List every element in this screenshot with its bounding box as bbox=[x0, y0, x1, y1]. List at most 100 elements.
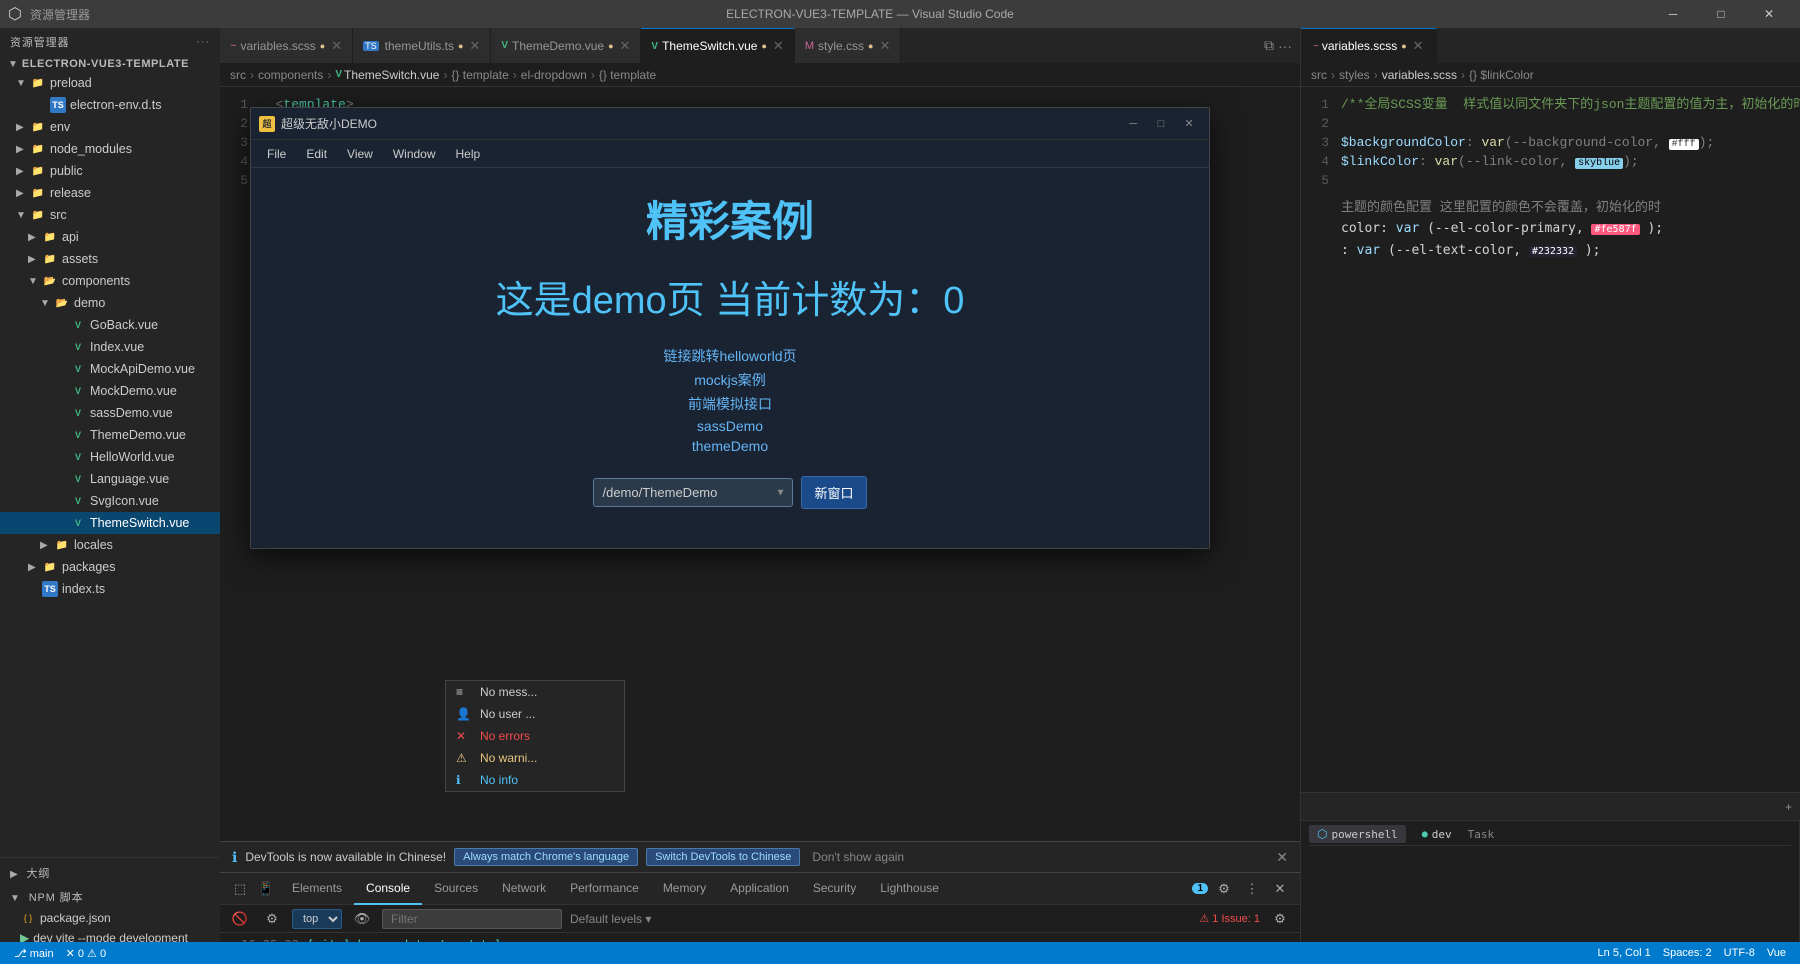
split-editor-icon[interactable]: ⧉ bbox=[1264, 37, 1274, 54]
tree-item-svgicon[interactable]: V SvgIcon.vue bbox=[0, 490, 220, 512]
app-link-mock-api[interactable]: 前端模拟接口 bbox=[688, 394, 772, 414]
tree-item-sassdemo[interactable]: V sassDemo.vue bbox=[0, 402, 220, 424]
tree-item-electron-env[interactable]: TS electron-env.d.ts bbox=[0, 94, 220, 116]
inspect-element-icon[interactable]: ⬚ bbox=[228, 877, 252, 901]
maximize-button[interactable]: □ bbox=[1698, 0, 1744, 28]
menu-view[interactable]: View bbox=[339, 145, 381, 163]
tree-item-mockdemo[interactable]: V MockDemo.vue bbox=[0, 380, 220, 402]
add-terminal-icon[interactable]: + bbox=[1785, 800, 1792, 814]
tree-item-env[interactable]: ▶ 📁 env bbox=[0, 116, 220, 138]
tab-themeutils-ts[interactable]: TS themeUtils.ts ● ✕ bbox=[353, 28, 491, 63]
encoding-status[interactable]: UTF-8 bbox=[1718, 947, 1761, 959]
tab-close-button[interactable]: ✕ bbox=[1413, 38, 1424, 54]
devtools-tab-network[interactable]: Network bbox=[490, 873, 558, 905]
tab-variables-scss[interactable]: ~ variables.scss ● ✕ bbox=[220, 28, 353, 63]
devtools-tab-console[interactable]: Console bbox=[354, 873, 422, 905]
menu-help[interactable]: Help bbox=[448, 145, 489, 163]
devtools-tab-memory[interactable]: Memory bbox=[651, 873, 718, 905]
device-toolbar-icon[interactable]: 📱 bbox=[254, 877, 278, 901]
right-code-editor[interactable]: 1 /**全局SCSS变量 样式值以同文件夹下的json主题配置的值为主，初始化… bbox=[1301, 87, 1800, 792]
console-filter-input[interactable] bbox=[382, 909, 562, 929]
tree-item-helloworld[interactable]: V HelloWorld.vue bbox=[0, 446, 220, 468]
match-language-button[interactable]: Always match Chrome's language bbox=[454, 848, 638, 866]
explorer-menu-button[interactable]: ··· bbox=[196, 36, 210, 48]
more-options-icon[interactable]: ⋮ bbox=[1240, 877, 1264, 901]
tab-close-button[interactable]: ✕ bbox=[620, 38, 631, 54]
context-selector[interactable]: top bbox=[292, 909, 342, 929]
settings-icon[interactable]: ⚙ bbox=[1212, 877, 1236, 901]
app-link-theme[interactable]: themeDemo bbox=[692, 438, 768, 454]
menu-file[interactable]: File bbox=[259, 145, 294, 163]
app-close-button[interactable]: ✕ bbox=[1177, 114, 1201, 134]
dont-show-again-link[interactable]: Don't show again bbox=[812, 850, 904, 864]
app-minimize-button[interactable]: ─ bbox=[1121, 114, 1145, 134]
tab-themedemo-vue[interactable]: V ThemeDemo.vue ● ✕ bbox=[491, 28, 641, 63]
close-devtools-button[interactable]: ✕ bbox=[1268, 877, 1292, 901]
app-maximize-button[interactable]: □ bbox=[1149, 114, 1173, 134]
line-col-status[interactable]: Ln 5, Col 1 bbox=[1592, 947, 1657, 959]
tree-item-packages[interactable]: ▶ 📁 packages bbox=[0, 556, 220, 578]
console-settings-icon[interactable]: ⚙ bbox=[260, 907, 284, 931]
tree-item-themeswitch[interactable]: V ThemeSwitch.vue bbox=[0, 512, 220, 534]
tree-item-language[interactable]: V Language.vue bbox=[0, 468, 220, 490]
tree-item-src[interactable]: ▼ 📁 src bbox=[0, 204, 220, 226]
language-mode-status[interactable]: Vue bbox=[1761, 947, 1792, 959]
devtools-tab-sources[interactable]: Sources bbox=[422, 873, 490, 905]
tree-item-assets[interactable]: ▶ 📁 assets bbox=[0, 248, 220, 270]
devtools-tab-security[interactable]: Security bbox=[801, 873, 868, 905]
close-button[interactable]: ✕ bbox=[1746, 0, 1792, 28]
tab-close-button[interactable]: ✕ bbox=[773, 38, 784, 54]
tree-item-locales[interactable]: ▶ 📁 locales bbox=[0, 534, 220, 556]
route-select[interactable]: /demo/ThemeDemo bbox=[593, 478, 793, 507]
git-branch-status[interactable]: ⎇ main bbox=[8, 947, 60, 960]
filter-warnings[interactable]: ⚠ No warni... bbox=[446, 747, 624, 769]
terminal-tab-dev[interactable]: ● dev bbox=[1414, 826, 1460, 843]
npm-scripts-header[interactable]: ▼ NPM 脚本 bbox=[0, 886, 220, 908]
tab-close-button[interactable]: ✕ bbox=[331, 38, 342, 54]
app-link-sass[interactable]: sassDemo bbox=[697, 418, 763, 434]
notification-close-button[interactable]: ✕ bbox=[1276, 849, 1288, 866]
minimize-button[interactable]: ─ bbox=[1650, 0, 1696, 28]
tab-style-css[interactable]: M style.css ● ✕ bbox=[795, 28, 902, 63]
tree-item-node-modules[interactable]: ▶ 📁 node_modules bbox=[0, 138, 220, 160]
tree-item-components[interactable]: ▼ 📂 components bbox=[0, 270, 220, 292]
tree-item-release[interactable]: ▶ 📁 release bbox=[0, 182, 220, 204]
tree-item-mockapi[interactable]: V MockApiDemo.vue bbox=[0, 358, 220, 380]
spaces-status[interactable]: Spaces: 2 bbox=[1657, 947, 1718, 959]
switch-devtools-button[interactable]: Switch DevTools to Chinese bbox=[646, 848, 800, 866]
menu-edit[interactable]: Edit bbox=[298, 145, 335, 163]
outline-header[interactable]: ▶ 大纲 bbox=[0, 862, 220, 884]
tree-item-api[interactable]: ▶ 📁 api bbox=[0, 226, 220, 248]
terminal-tab-powershell[interactable]: ⬡ powershell bbox=[1309, 825, 1406, 843]
filter-user[interactable]: 👤 No user ... bbox=[446, 703, 624, 725]
npm-package-json[interactable]: { } package.json bbox=[0, 908, 220, 928]
clear-console-icon[interactable]: 🚫 bbox=[228, 907, 252, 931]
app-link-helloworld[interactable]: 链接跳转helloworld页 bbox=[663, 346, 796, 366]
tree-item-indexts[interactable]: TS index.ts bbox=[0, 578, 220, 600]
tree-item-public[interactable]: ▶ 📁 public bbox=[0, 160, 220, 182]
filter-messages[interactable]: ≡ No mess... bbox=[446, 681, 624, 703]
show-network-icon[interactable]: 👁 bbox=[350, 907, 374, 931]
tree-item-index-vue[interactable]: V Index.vue bbox=[0, 336, 220, 358]
console-gear-icon[interactable]: ⚙ bbox=[1268, 907, 1292, 931]
devtools-tab-elements[interactable]: Elements bbox=[280, 873, 354, 905]
tree-item-themedemo[interactable]: V ThemeDemo.vue bbox=[0, 424, 220, 446]
menu-window[interactable]: Window bbox=[385, 145, 444, 163]
tabs-overflow-icon[interactable]: ··· bbox=[1278, 38, 1292, 54]
tree-item-demo[interactable]: ▼ 📂 demo bbox=[0, 292, 220, 314]
tab-themeswitch-vue[interactable]: V ThemeSwitch.vue ● ✕ bbox=[641, 28, 794, 63]
project-root[interactable]: ▼ ELECTRON-VUE3-TEMPLATE bbox=[0, 56, 220, 72]
npm-item-dev[interactable]: ▶ dev vite --mode development bbox=[0, 928, 220, 942]
filter-errors[interactable]: ✕ No errors bbox=[446, 725, 624, 747]
tab-close-button[interactable]: ✕ bbox=[879, 38, 890, 54]
right-tab-variables[interactable]: ~ variables.scss ● ✕ bbox=[1301, 28, 1437, 63]
tree-item-preload[interactable]: ▼ 📁 preload bbox=[0, 72, 220, 94]
devtools-tab-lighthouse[interactable]: Lighthouse bbox=[868, 873, 951, 905]
devtools-tab-performance[interactable]: Performance bbox=[558, 873, 651, 905]
errors-status[interactable]: ✕ 0 ⚠ 0 bbox=[60, 947, 112, 960]
tab-close-button[interactable]: ✕ bbox=[469, 38, 480, 54]
new-window-button[interactable]: 新窗口 bbox=[801, 476, 866, 509]
tree-item-goback[interactable]: V GoBack.vue bbox=[0, 314, 220, 336]
devtools-tab-application[interactable]: Application bbox=[718, 873, 801, 905]
app-link-mockjs[interactable]: mockjs案例 bbox=[694, 370, 766, 390]
